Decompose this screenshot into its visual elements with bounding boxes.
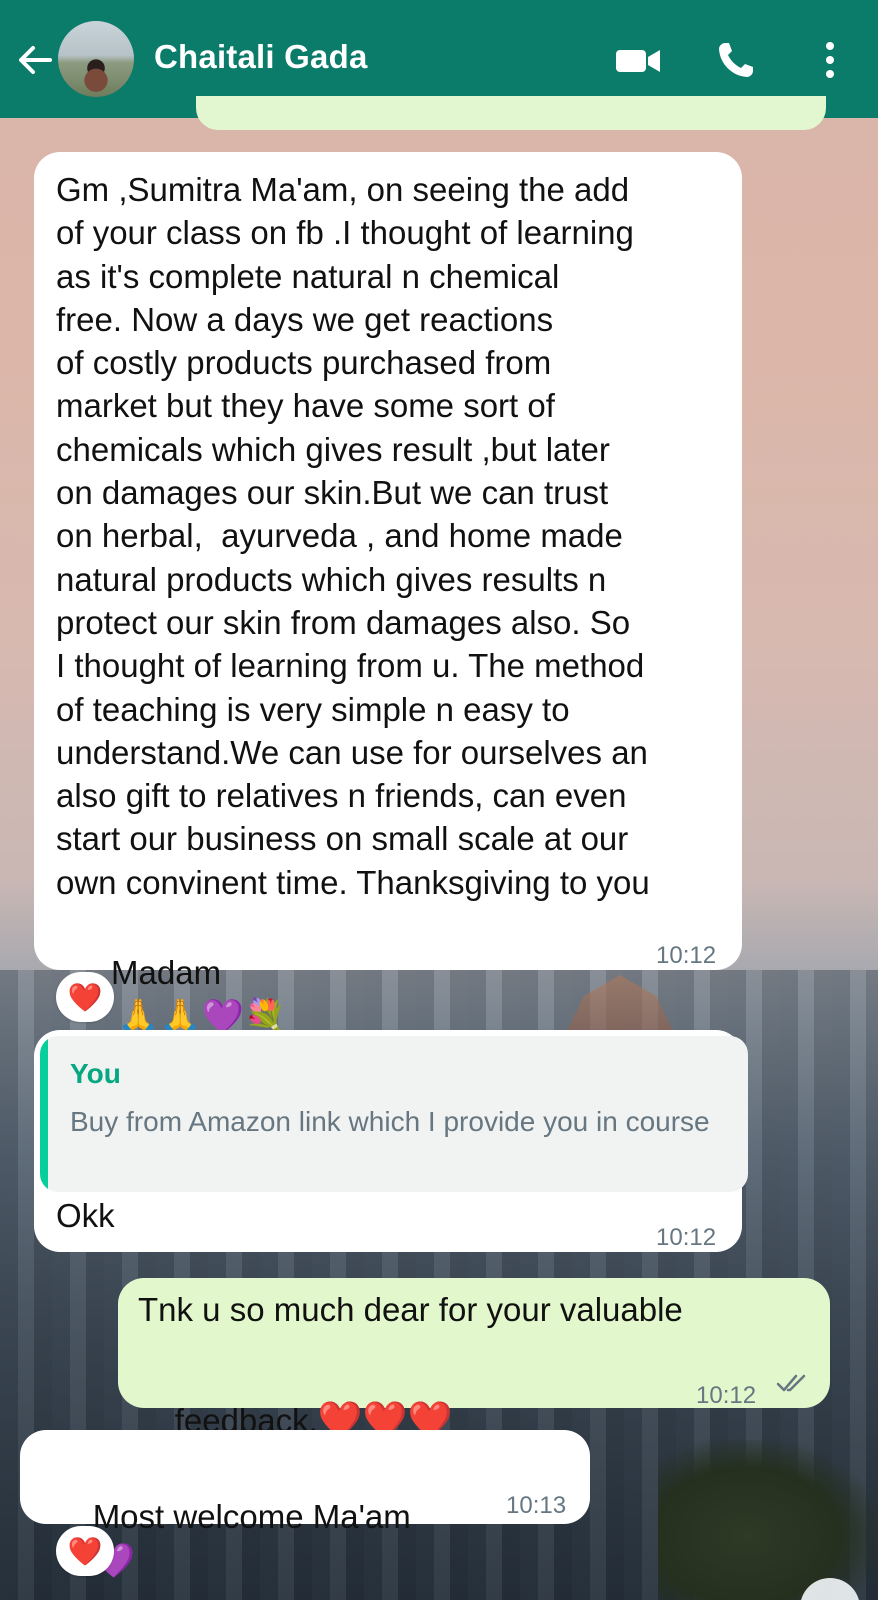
message-line: understand.We can use for ourselves an [56, 733, 648, 771]
message-line: free. Now a days we get reactions [56, 300, 554, 338]
message-bubble-received[interactable]: Most welcome Ma'am 💜 10:13 [20, 1430, 590, 1580]
message-line: as it's complete natural n chemical [56, 257, 560, 295]
message-line: also gift to relatives n friends, can ev… [56, 777, 627, 815]
avatar[interactable] [58, 21, 134, 97]
reaction-badge[interactable]: ❤️ [56, 972, 114, 1022]
message-text: Gm ,Sumitra Ma'am, on seeing the add of … [56, 168, 650, 1082]
message-line: I thought of learning from u. The method [56, 647, 645, 685]
message-line: on damages our skin.But we can trust [56, 474, 609, 512]
message-bubble-received[interactable]: Gm ,Sumitra Ma'am, on seeing the add of … [34, 152, 742, 1036]
message-time: 10:12 [656, 1224, 717, 1251]
message-line: of teaching is very simple n easy to [56, 690, 570, 728]
back-arrow-icon[interactable] [14, 40, 56, 80]
message-line: protect our skin from damages also. So [56, 603, 631, 641]
heart-reaction-icon: ❤️ [67, 1535, 103, 1567]
previous-sent-bubble[interactable] [196, 96, 826, 130]
message-line: on herbal, ayurveda , and home made [56, 517, 623, 555]
message-time: 10:12 [656, 942, 717, 969]
heart-reaction-icon: ❤️ [67, 981, 103, 1013]
message-line: Madam [111, 954, 222, 992]
quote-author: You [70, 1058, 121, 1089]
message-last-line: Most welcome Ma'am 💜 [56, 1452, 411, 1600]
message-line: Tnk u so much dear for your valuable [138, 1291, 683, 1328]
message-line: own convinent time. Thanksgiving to you [56, 863, 650, 901]
more-options-icon[interactable] [822, 40, 838, 80]
message-bubble-sent[interactable]: Tnk u so much dear for your valuable fee… [118, 1278, 830, 1440]
contact-name[interactable]: Chaitali Gada [154, 38, 368, 76]
reaction-badge[interactable]: ❤️ [56, 1526, 114, 1576]
message-line: of your class on fb .I thought of learni… [56, 214, 634, 252]
message-line: Gm ,Sumitra Ma'am, on seeing the add [56, 171, 630, 208]
message-line: market but they have some sort of [56, 387, 555, 425]
message-line: chemicals which gives result ,but later [56, 430, 610, 468]
quote-accent-bar [40, 1036, 48, 1192]
message-line: start our business on small scale at our [56, 820, 629, 858]
message-time: 10:12 [696, 1382, 757, 1409]
phone-icon[interactable] [716, 40, 756, 80]
message-text: Okk [56, 1197, 115, 1234]
message-line: of costly products purchased from [56, 344, 552, 382]
message-text: Most welcome Ma'am [92, 1498, 411, 1536]
video-call-icon[interactable] [614, 44, 662, 76]
quote-text: Buy from Amazon link which I provide you… [70, 1106, 710, 1137]
double-check-icon [776, 1374, 806, 1392]
quoted-message[interactable]: You Buy from Amazon link which I provide… [40, 1036, 748, 1192]
message-time: 10:13 [506, 1492, 567, 1519]
wallpaper-trees [658, 1440, 878, 1600]
message-line: natural products which gives results n [56, 560, 607, 598]
